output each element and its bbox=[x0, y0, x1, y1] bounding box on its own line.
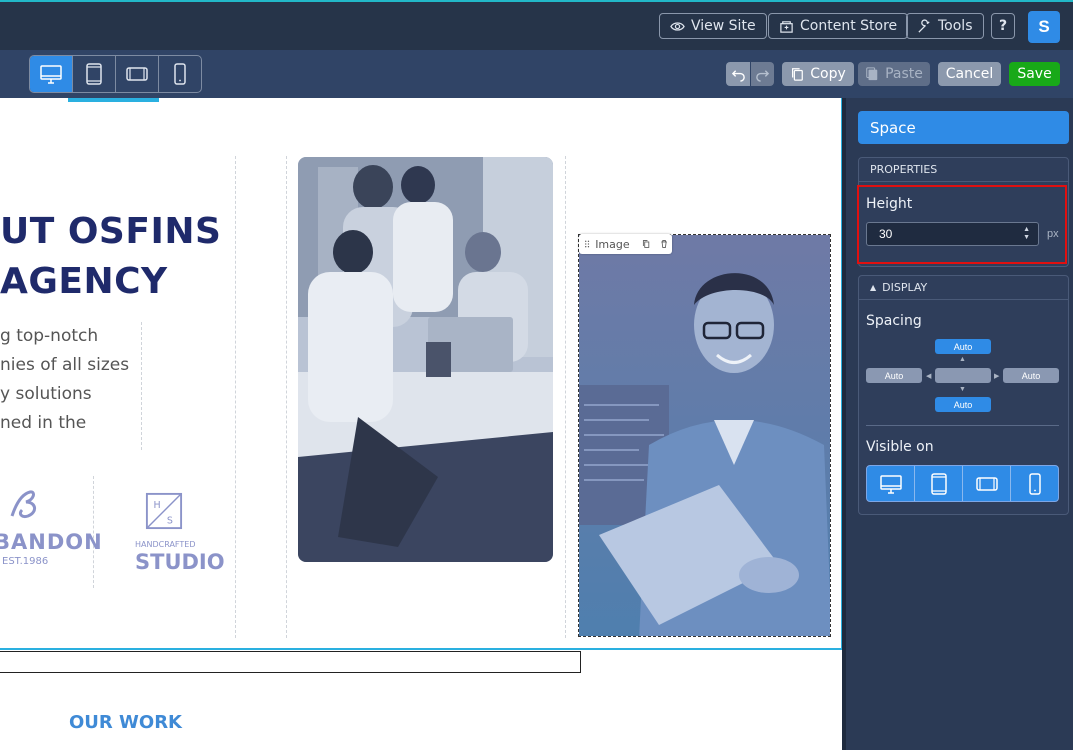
arrow-down-icon: ▼ bbox=[959, 386, 966, 393]
arrow-right-icon: ▶ bbox=[994, 373, 1000, 380]
mobile-icon bbox=[1028, 472, 1041, 495]
view-site-label: View Site bbox=[691, 18, 756, 34]
redo-icon bbox=[756, 69, 770, 82]
mobile-icon bbox=[174, 63, 186, 85]
paste-label: Paste bbox=[885, 66, 923, 82]
editor-toolbar: Copy Paste Cancel Save bbox=[0, 50, 1073, 98]
help-icon: ? bbox=[999, 18, 1008, 34]
selected-section-outline bbox=[0, 98, 843, 650]
visible-on-toggles bbox=[866, 465, 1059, 502]
collapse-triangle-icon: ▲ bbox=[870, 283, 877, 292]
our-work-heading[interactable]: OUR WORK bbox=[69, 712, 182, 733]
page-canvas[interactable]: UT OSFINS AGENCY g top-notch nies of all… bbox=[0, 98, 845, 750]
cancel-label: Cancel bbox=[945, 66, 994, 82]
visible-tablet-toggle[interactable] bbox=[915, 466, 963, 501]
tools-label: Tools bbox=[938, 18, 973, 34]
arrow-left-icon: ◀ bbox=[926, 373, 932, 380]
paste-icon bbox=[866, 67, 878, 81]
copy-button[interactable]: Copy bbox=[782, 62, 854, 86]
spacing-top-button[interactable]: Auto bbox=[935, 339, 991, 354]
view-site-button[interactable]: View Site bbox=[659, 13, 767, 39]
spacing-right-button[interactable]: Auto bbox=[1003, 368, 1059, 383]
redo-button[interactable] bbox=[751, 62, 774, 86]
top-bar: View Site Content Store Tools ? S bbox=[0, 0, 1073, 50]
spacing-center-box bbox=[935, 368, 991, 383]
cancel-button[interactable]: Cancel bbox=[938, 62, 1001, 86]
tablet-landscape-icon bbox=[126, 67, 148, 81]
help-button[interactable]: ? bbox=[991, 13, 1016, 39]
undo-button[interactable] bbox=[726, 62, 750, 86]
spacing-label: Spacing bbox=[866, 313, 922, 329]
copy-label: Copy bbox=[810, 66, 846, 82]
avatar[interactable]: S bbox=[1028, 11, 1060, 43]
properties-header[interactable]: PROPERTIES bbox=[859, 158, 1068, 182]
tools-button[interactable]: Tools bbox=[906, 13, 984, 39]
display-header-label: DISPLAY bbox=[882, 281, 928, 294]
visible-on-label: Visible on bbox=[866, 439, 934, 455]
desktop-view-button[interactable] bbox=[30, 56, 73, 92]
wrench-icon bbox=[918, 18, 930, 33]
mobile-view-button[interactable] bbox=[159, 56, 201, 92]
space-element[interactable] bbox=[0, 651, 581, 673]
save-button[interactable]: Save bbox=[1009, 62, 1060, 86]
copy-icon bbox=[792, 68, 804, 81]
device-switcher bbox=[29, 55, 202, 93]
eye-icon bbox=[670, 21, 685, 31]
visible-tablet-landscape-toggle[interactable] bbox=[963, 466, 1011, 501]
tablet-view-button[interactable] bbox=[73, 56, 116, 92]
tablet-icon bbox=[86, 63, 102, 85]
paste-button[interactable]: Paste bbox=[858, 62, 930, 86]
spacing-left-button[interactable]: Auto bbox=[866, 368, 922, 383]
content-store-button[interactable]: Content Store bbox=[768, 13, 909, 39]
tablet-landscape-view-button[interactable] bbox=[116, 56, 159, 92]
spacing-bottom-button[interactable]: Auto bbox=[935, 397, 991, 412]
panel-title: Space bbox=[858, 111, 1069, 144]
desktop-icon bbox=[879, 474, 902, 494]
visible-desktop-toggle[interactable] bbox=[867, 466, 915, 501]
tablet-landscape-icon bbox=[975, 476, 998, 491]
save-label: Save bbox=[1017, 66, 1052, 82]
arrow-up-icon: ▲ bbox=[959, 356, 966, 363]
display-divider bbox=[866, 425, 1059, 426]
desktop-icon bbox=[40, 65, 62, 84]
height-highlight-box bbox=[857, 185, 1067, 264]
store-icon bbox=[780, 20, 793, 33]
undo-icon bbox=[731, 69, 745, 82]
tablet-icon bbox=[930, 472, 947, 495]
content-store-label: Content Store bbox=[800, 18, 898, 34]
display-header[interactable]: ▲ DISPLAY bbox=[859, 276, 1068, 300]
visible-mobile-toggle[interactable] bbox=[1011, 466, 1058, 501]
